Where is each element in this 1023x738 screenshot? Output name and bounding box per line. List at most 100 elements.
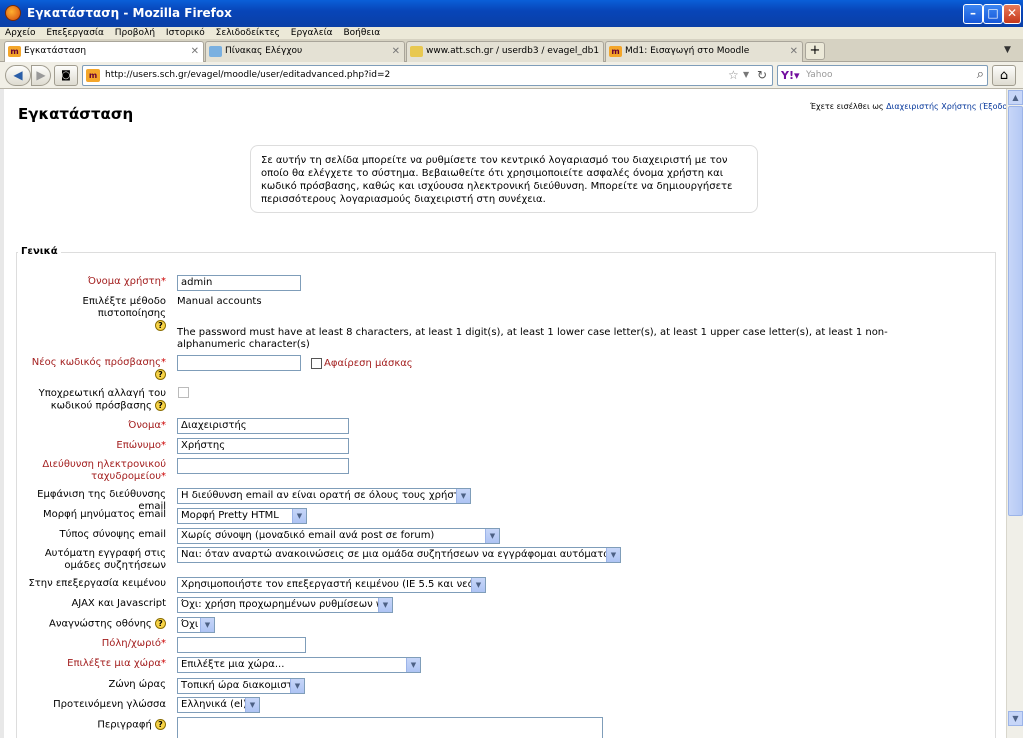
chevron-down-icon: ▼ [200, 618, 214, 632]
menu-edit[interactable]: Επεξεργασία [46, 27, 104, 39]
city-input[interactable] [177, 637, 306, 653]
scrollbar-thumb[interactable] [1008, 106, 1023, 516]
search-box[interactable]: Y!▾ Yahoo ⌕ [777, 65, 988, 86]
screenreader-label: Αναγνώστης οθόνης ? [14, 618, 166, 631]
password-rules: The password must have at least 8 charac… [177, 327, 888, 350]
mailformat-label: Μορφή μηνύματος email [43, 509, 166, 520]
firstname-label: Όνομα* [128, 420, 166, 431]
lastname-label: Επώνυμο* [116, 440, 166, 451]
unmask-checkbox[interactable] [311, 358, 322, 369]
chevron-down-icon: ▼ [292, 509, 306, 523]
force-password-change-label: Υποχρεωτική αλλαγή του κωδικού πρόσβασης… [38, 388, 166, 412]
username-input[interactable]: admin [177, 275, 301, 291]
bookmark-star-icon[interactable]: ☆ [728, 68, 739, 82]
tab-md1[interactable]: m Md1: Εισαγωγή στο Moodle ✕ [605, 41, 803, 62]
new-password-label: Νέος κωδικός πρόσβασης*? [31, 357, 166, 380]
scroll-down-icon[interactable]: ▼ [1008, 711, 1023, 726]
home-button[interactable]: ⌂ [992, 65, 1016, 86]
url-history-chevron-icon[interactable]: ▼ [743, 70, 749, 79]
tab-install[interactable]: m Εγκατάσταση ✕ [4, 41, 204, 63]
maildigest-label: Τύπος σύνοψης email [59, 529, 166, 540]
fieldset-legend: Γενικά [18, 246, 61, 257]
navigation-bar: ◀ ▶ ◙ m http://users.sch.gr/evagel/moodl… [0, 62, 1023, 89]
menu-help[interactable]: Βοήθεια [343, 27, 380, 39]
vertical-scrollbar[interactable]: ▲ ▼ [1006, 89, 1023, 738]
menu-history[interactable]: Ιστορικό [166, 27, 205, 39]
description-textarea[interactable] [177, 717, 603, 738]
chevron-down-icon: ▼ [378, 598, 392, 612]
search-placeholder: Yahoo [806, 70, 833, 80]
email-input[interactable] [177, 458, 349, 474]
chevron-down-icon: ▼ [471, 578, 485, 592]
menu-view[interactable]: Προβολή [115, 27, 155, 39]
page-icon [209, 46, 222, 57]
menu-bar: Αρχείο Επεξεργασία Προβολή Ιστορικό Σελι… [0, 27, 1023, 39]
timezone-select[interactable]: Τοπική ώρα διακομιστή ▼ [177, 678, 305, 694]
tab-phpmyadmin[interactable]: www.att.sch.gr / userdb3 / evagel_db1 |.… [406, 41, 604, 62]
chevron-down-icon: ▼ [245, 698, 259, 712]
url-text: http://users.sch.gr/evagel/moodle/user/e… [105, 70, 391, 80]
maildigest-select[interactable]: Χωρίς σύνοψη (μοναδικό email ανά post σε… [177, 528, 500, 544]
tab-control-panel[interactable]: Πίνακας Ελέγχου ✕ [205, 41, 405, 62]
ajax-label: AJAX και Javascript [71, 598, 166, 609]
ajax-select[interactable]: Όχι: χρήση προχωρημένων ρυθμίσεων web ▼ [177, 597, 393, 613]
close-button[interactable]: ✕ [1003, 4, 1021, 24]
help-icon[interactable]: ? [155, 618, 166, 629]
reload-icon[interactable]: ↻ [757, 68, 767, 82]
menu-file[interactable]: Αρχείο [5, 27, 36, 39]
htmleditor-select[interactable]: Χρησιμοποιήστε τον επεξεργαστή κειμένου … [177, 577, 486, 593]
firstname-input[interactable]: Διαχειριστής [177, 418, 349, 434]
window-title: Εγκατάσταση - Mozilla Firefox [27, 6, 232, 20]
country-value: Επιλέξτε μια χώρα... [181, 659, 285, 670]
search-icon[interactable]: ⌕ [977, 67, 984, 82]
htmleditor-value: Χρησιμοποιήστε τον επεξεργαστή κειμένου … [181, 579, 486, 590]
minimize-button[interactable]: – [963, 4, 983, 24]
close-tab-icon[interactable]: ✕ [191, 42, 199, 61]
close-tab-icon[interactable]: ✕ [392, 42, 400, 61]
tab-bar: m Εγκατάσταση ✕ Πίνακας Ελέγχου ✕ www.at… [0, 39, 1023, 63]
maximize-button[interactable]: □ [983, 4, 1003, 24]
menu-bookmarks[interactable]: Σελιδοδείκτες [216, 27, 280, 39]
yahoo-icon[interactable]: Y!▾ [781, 69, 800, 82]
maildisplay-select[interactable]: Η διεύθυνση email αν είναι ορατή σε όλου… [177, 488, 471, 504]
chevron-down-icon: ▼ [290, 679, 304, 693]
help-icon[interactable]: ? [155, 400, 166, 411]
autosubscribe-select[interactable]: Ναι: όταν αναρτώ ανακοινώσεις σε μια ομά… [177, 547, 621, 563]
help-icon[interactable]: ? [155, 320, 166, 331]
info-box: Σε αυτήν τη σελίδα μπορείτε να ρυθμίσετε… [250, 145, 758, 213]
tab-list-chevron-icon[interactable]: ▼ [1004, 45, 1011, 55]
screenreader-value: Όχι [181, 619, 199, 630]
logout-link[interactable]: (Έξοδος) [979, 102, 1006, 111]
country-label: Επιλέξτε μια χώρα* [67, 658, 166, 669]
ajax-value: Όχι: χρήση προχωρημένων ρυθμίσεων web [181, 599, 393, 610]
language-select[interactable]: Ελληνικά (el) ▼ [177, 697, 260, 713]
chevron-down-icon: ▼ [485, 529, 499, 543]
lastname-input[interactable]: Χρήστης [177, 438, 349, 454]
url-bar[interactable]: m http://users.sch.gr/evagel/moodle/user… [82, 65, 773, 86]
scroll-up-icon[interactable]: ▲ [1008, 90, 1023, 105]
mailformat-select[interactable]: Μορφή Pretty HTML ▼ [177, 508, 307, 524]
chevron-down-icon: ▼ [606, 548, 620, 562]
site-identity-icon[interactable]: ◙ [54, 65, 78, 86]
new-password-input[interactable] [177, 355, 301, 371]
autosubscribe-value: Ναι: όταν αναρτώ ανακοινώσεις σε μια ομά… [181, 549, 621, 560]
email-label: Διεύθυνση ηλεκτρονικού ταχυδρομείου* [42, 459, 166, 482]
auth-method-label: Επιλέξτε μέθοδο πιστοποίησης? [82, 296, 166, 331]
country-select[interactable]: Επιλέξτε μια χώρα... ▼ [177, 657, 421, 673]
page-content: Έχετε εισέλθει ως Διαχειριστής Χρήστης (… [0, 89, 1006, 738]
user-profile-link[interactable]: Διαχειριστής Χρήστης [886, 102, 976, 111]
forward-button[interactable]: ▶ [31, 65, 51, 86]
menu-tools[interactable]: Εργαλεία [291, 27, 333, 39]
help-icon[interactable]: ? [155, 719, 166, 730]
tab-label: Πίνακας Ελέγχου [225, 46, 303, 56]
username-label: Όνομα χρήστη* [87, 276, 166, 287]
new-tab-button[interactable]: + [805, 42, 825, 60]
close-tab-icon[interactable]: ✕ [790, 42, 798, 61]
maildisplay-value: Η διεύθυνση email αν είναι ορατή σε όλου… [181, 490, 471, 501]
tab-label: Md1: Εισαγωγή στο Moodle [625, 46, 750, 56]
help-icon[interactable]: ? [155, 369, 166, 380]
back-button[interactable]: ◀ [5, 65, 31, 86]
force-password-change-checkbox[interactable] [178, 387, 189, 398]
mailformat-value: Μορφή Pretty HTML [181, 510, 279, 521]
screenreader-select[interactable]: Όχι ▼ [177, 617, 215, 633]
